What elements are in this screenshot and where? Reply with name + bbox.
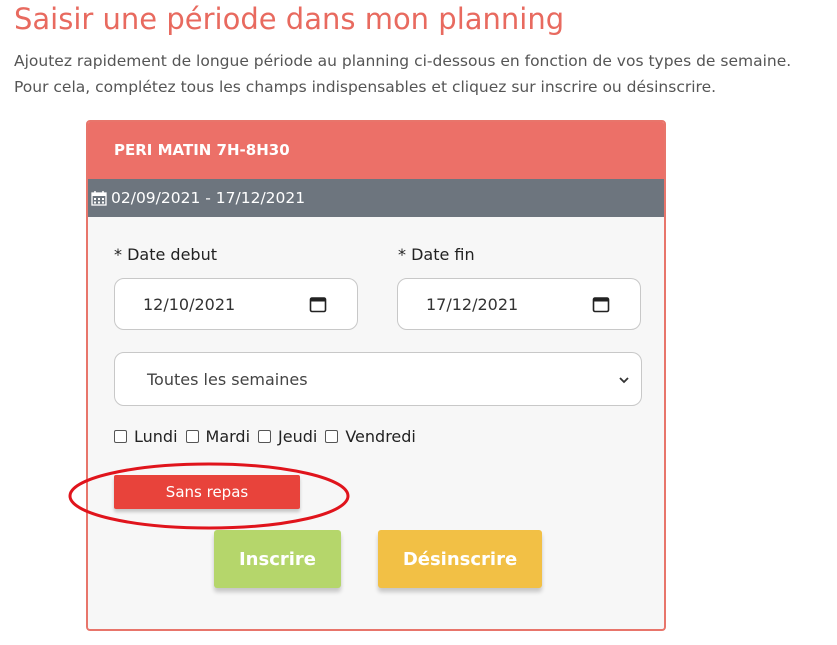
date-end-input[interactable]: 17/12/2021	[397, 278, 641, 330]
intro-text: Ajoutez rapidement de longue période au …	[14, 48, 834, 100]
calendar-picker-icon[interactable]	[592, 295, 610, 313]
date-end-label: * Date fin	[398, 245, 475, 264]
calendar-picker-icon[interactable]	[309, 295, 327, 313]
day-checkbox[interactable]	[185, 430, 199, 443]
desinscrire-button[interactable]: Désinscrire	[378, 530, 542, 588]
intro-line-1: Ajoutez rapidement de longue période au …	[14, 52, 792, 70]
day-label: Jeudi	[278, 427, 318, 446]
day-jeudi[interactable]: Jeudi	[258, 427, 317, 446]
intro-line-2: Pour cela, complétez tous les champs ind…	[14, 78, 717, 96]
date-start-value: 12/10/2021	[143, 294, 236, 314]
day-label: Mardi	[205, 427, 251, 446]
day-mardi[interactable]: Mardi	[185, 427, 251, 446]
week-type-value: Toutes les semaines	[147, 369, 308, 389]
card-header: PERI MATIN 7H-8H30	[88, 122, 664, 179]
page-title: Saisir une période dans mon planning	[14, 2, 565, 36]
page: Saisir une période dans mon planning Ajo…	[0, 0, 837, 645]
day-checkbox[interactable]	[258, 430, 272, 443]
card-period-bar: 02/09/2021 - 17/12/2021	[88, 179, 664, 217]
calendar-icon	[91, 191, 107, 206]
day-label: Lundi	[134, 427, 178, 446]
day-checkbox[interactable]	[325, 430, 339, 443]
day-vendredi[interactable]: Vendredi	[325, 427, 416, 446]
sans-repas-button[interactable]: Sans repas	[114, 475, 300, 509]
inscrire-button[interactable]: Inscrire	[214, 530, 341, 588]
chevron-down-icon	[619, 377, 629, 384]
date-start-label: * Date debut	[114, 245, 217, 264]
days-group: Lundi Mardi Jeudi Vendredi	[114, 427, 424, 446]
card-period: 02/09/2021 - 17/12/2021	[111, 189, 306, 207]
date-end-value: 17/12/2021	[426, 294, 519, 314]
date-start-input[interactable]: 12/10/2021	[114, 278, 358, 330]
week-type-select[interactable]: Toutes les semaines	[114, 352, 642, 406]
day-checkbox[interactable]	[114, 430, 127, 443]
day-label: Vendredi	[345, 427, 416, 446]
period-card: PERI MATIN 7H-8H30 02/09/2021 - 17/12/20…	[86, 120, 666, 631]
day-lundi[interactable]: Lundi	[114, 427, 178, 446]
